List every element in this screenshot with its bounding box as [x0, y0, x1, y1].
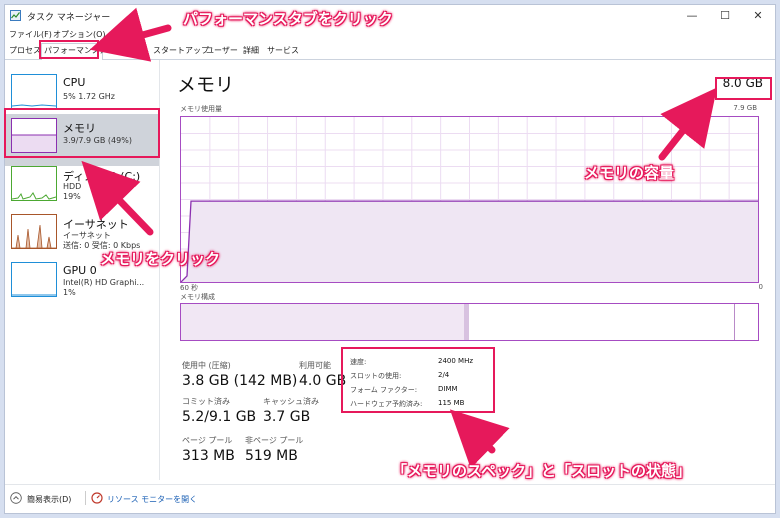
tab-processes[interactable]: プロセス — [7, 44, 43, 58]
page-title: メモリ — [177, 74, 235, 96]
annotation-click-performance-tab: パフォーマンスタブをクリック — [183, 10, 393, 28]
footer-bar: 簡易表示(D) リソース モニターを開く — [5, 484, 775, 513]
sidebar-item-detail: 5% 1.72 GHz — [63, 92, 116, 101]
time-end-label: 0 — [758, 283, 763, 291]
gpu-thumbnail-graph — [11, 262, 57, 297]
spec-form-factor-label: フォーム ファクター: — [350, 386, 418, 394]
performance-sidebar: CPU 5% 1.72 GHz メモリ 3.9/7.9 GB (49%) ディス… — [5, 60, 160, 480]
in-use-value: 3.8 GB (142 MB) — [182, 373, 298, 389]
tab-app-history[interactable]: アプリの履歴 — [97, 44, 149, 58]
spec-slots-label: スロットの使用: — [350, 372, 402, 380]
footer-divider — [85, 491, 86, 505]
memory-composition-bar — [180, 303, 759, 341]
sidebar-item-title: CPU — [63, 76, 86, 89]
tab-bar: プロセス パフォーマンス アプリの履歴 スタートアップ ユーザー 詳細 サービス — [5, 42, 775, 60]
spec-form-factor-value: DIMM — [438, 385, 458, 393]
menu-view[interactable]: 表示(V) — [112, 29, 140, 40]
committed-value: 5.2/9.1 GB — [182, 409, 257, 425]
tab-startup[interactable]: スタートアップ — [151, 44, 211, 58]
available-label: 利用可能 — [299, 361, 331, 370]
spec-speed-value: 2400 MHz — [438, 357, 474, 365]
available-value: 4.0 GB — [299, 373, 347, 389]
sidebar-item-detail: HDD — [63, 182, 82, 191]
committed-label: コミット済み — [182, 397, 230, 406]
cached-value: 3.7 GB — [263, 409, 311, 425]
cached-label: キャッシュ済み — [263, 397, 319, 406]
sidebar-item-detail: Intel(R) HD Graphi... — [63, 278, 145, 287]
in-use-label: 使用中 (圧縮) — [182, 361, 231, 370]
chevron-up-icon[interactable] — [10, 492, 22, 504]
spec-speed-label: 速度: — [350, 358, 367, 366]
sidebar-item-title: メモリ — [63, 122, 96, 135]
sidebar-item-detail: 1% — [63, 288, 76, 297]
memory-detail-panel: メモリ 8.0 GB メモリ使用量 7.9 GB 60 秒 0 メモリ構成 使用… — [177, 60, 767, 480]
disk-thumbnail-graph — [11, 166, 57, 201]
sidebar-item-disk[interactable]: ディスク 0 (C:) HDD 19% — [5, 162, 159, 214]
spec-hardware-reserved-label: ハードウェア予約済み: — [350, 400, 423, 408]
spec-slots-value: 2/4 — [438, 371, 450, 379]
sidebar-item-memory[interactable]: メモリ 3.9/7.9 GB (49%) — [5, 114, 159, 166]
window-title: タスク マネージャー — [27, 13, 111, 23]
tab-services[interactable]: サービス — [265, 44, 301, 58]
resource-monitor-icon — [91, 492, 103, 504]
annotation-click-memory: メモリをクリック — [100, 250, 221, 268]
paged-pool-value: 313 MB — [182, 448, 235, 464]
fewer-details-link[interactable]: 簡易表示(D) — [27, 494, 71, 505]
memory-usage-chart — [181, 117, 758, 282]
annotation-memory-capacity: メモリの容量 — [584, 164, 675, 182]
cpu-thumbnail-graph — [11, 74, 57, 109]
open-resource-monitor-link[interactable]: リソース モニターを開く — [107, 494, 197, 505]
memory-usage-label: メモリ使用量 — [180, 105, 222, 113]
tab-users[interactable]: ユーザー — [204, 44, 240, 58]
paged-pool-label: ページ プール — [182, 436, 233, 445]
sidebar-item-detail: 3.9/7.9 GB (49%) — [63, 136, 132, 145]
ethernet-thumbnail-graph — [11, 214, 57, 249]
task-manager-app-icon — [10, 10, 21, 21]
memory-thumbnail-graph — [11, 118, 57, 153]
memory-composition-label: メモリ構成 — [180, 293, 215, 301]
spec-hardware-reserved-value: 115 MB — [438, 399, 465, 407]
tab-details[interactable]: 詳細 — [241, 44, 261, 58]
non-paged-pool-value: 519 MB — [245, 448, 298, 464]
tab-performance[interactable]: パフォーマンス — [41, 43, 103, 60]
memory-usage-max: 7.9 GB — [733, 104, 757, 112]
close-button[interactable]: ✕ — [743, 7, 773, 25]
memory-usage-area — [181, 201, 758, 282]
maximize-button[interactable]: ☐ — [710, 7, 740, 25]
menu-bar: ファイル(F) オプション(O) 表示(V) — [5, 27, 775, 42]
non-paged-pool-label: 非ページ プール — [245, 436, 304, 445]
menu-file[interactable]: ファイル(F) — [9, 29, 52, 40]
sidebar-item-title: GPU 0 — [63, 264, 97, 277]
memory-capacity: 8.0 GB — [722, 76, 763, 90]
menu-options[interactable]: オプション(O) — [53, 29, 106, 40]
composition-modified — [464, 304, 469, 340]
annotation-spec-and-slots: 「メモリのスペック」と「スロットの状態」 — [392, 462, 691, 480]
memory-usage-graph — [180, 116, 759, 283]
sidebar-item-detail: 19% — [63, 192, 81, 201]
composition-standby — [734, 304, 735, 340]
minimize-button[interactable]: — — [677, 7, 707, 25]
composition-in-use — [181, 304, 465, 340]
